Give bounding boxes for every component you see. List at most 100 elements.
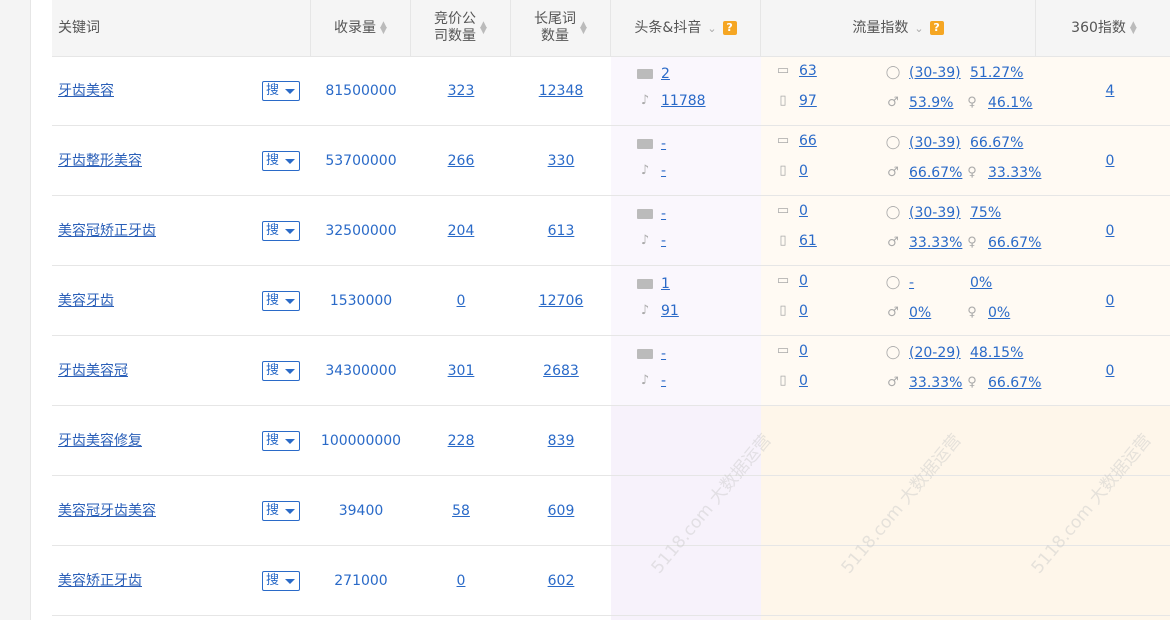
female-percent-link[interactable]: 46.1% <box>988 95 1032 111</box>
longtail-count-link[interactable]: 613 <box>511 196 611 266</box>
toutiao-count-link[interactable]: - <box>661 206 666 222</box>
keyword-link[interactable]: 美容冠牙齿美容 <box>58 476 156 546</box>
keyword-link[interactable]: 牙齿美容修复 <box>58 406 142 476</box>
search-dropdown-button[interactable]: 搜 <box>262 501 300 521</box>
douyin-count-link[interactable]: 91 <box>661 303 679 319</box>
age-percent-link[interactable]: 51.27% <box>970 65 1023 81</box>
sort-icon[interactable]: ▲ ▼ <box>480 21 487 36</box>
male-percent-link[interactable]: 33.33% <box>909 375 962 391</box>
search-dropdown-button[interactable]: 搜 <box>262 151 300 171</box>
age-percent-link[interactable]: 0% <box>970 275 992 291</box>
bid-count-link[interactable]: 266 <box>411 126 511 196</box>
age-percent-link[interactable]: 75% <box>970 205 1001 221</box>
header-bid-count[interactable]: 竞价公 司数量 ▲ ▼ <box>411 0 511 56</box>
age-line: ◯ - <box>885 275 914 291</box>
toutiao-count-link[interactable]: - <box>661 136 666 152</box>
index-360-link[interactable]: 0 <box>1060 126 1160 196</box>
female-percent-link[interactable]: 0% <box>988 305 1010 321</box>
help-icon[interactable]: ? <box>722 21 737 35</box>
female-percent-link[interactable]: 66.67% <box>988 375 1041 391</box>
keyword-link[interactable]: 牙齿美容 <box>58 56 114 126</box>
toutiao-count-link[interactable]: - <box>661 346 666 362</box>
bid-count-link[interactable]: 301 <box>411 336 511 406</box>
header-toutiao-douyin[interactable]: 头条&抖音 ⌄ ? <box>611 0 761 56</box>
search-dropdown-button[interactable]: 搜 <box>262 291 300 311</box>
pc-monitor-icon: ▭ <box>776 343 790 358</box>
male-percent-link[interactable]: 33.33% <box>909 235 962 251</box>
mobile-index-link[interactable]: 0 <box>799 303 808 319</box>
header-index-count[interactable]: 收录量 ▲ ▼ <box>311 0 411 56</box>
male-percent-link[interactable]: 0% <box>909 305 931 321</box>
toutiao-line: - <box>637 206 666 222</box>
chevron-down-icon[interactable]: ⌄ <box>914 20 923 37</box>
header-flow-index[interactable]: 流量指数 ⌄ ? <box>761 0 1036 56</box>
keyword-link[interactable]: 美容牙齿 <box>58 266 114 336</box>
caret-down-icon <box>285 579 295 584</box>
index-360-link[interactable]: 0 <box>1060 196 1160 266</box>
toutiao-line: - <box>637 136 666 152</box>
bid-count-link[interactable]: 204 <box>411 196 511 266</box>
douyin-count-link[interactable]: - <box>661 233 666 249</box>
age-range-link[interactable]: (20-29) <box>909 345 961 361</box>
sort-icon[interactable]: ▲ ▼ <box>380 21 387 36</box>
bid-count-link[interactable]: 228 <box>411 406 511 476</box>
toutiao-count-link[interactable]: 2 <box>661 66 670 82</box>
keyword-link[interactable]: 美容冠矫正牙齿 <box>58 196 156 266</box>
search-dropdown-button[interactable]: 搜 <box>262 81 300 101</box>
pc-index-link[interactable]: 0 <box>799 273 808 289</box>
age-range-link[interactable]: - <box>909 275 914 291</box>
longtail-count-link[interactable]: 839 <box>511 406 611 476</box>
longtail-count-link[interactable]: 12706 <box>511 266 611 336</box>
female-percent-link[interactable]: 66.67% <box>988 235 1041 251</box>
douyin-count-link[interactable]: - <box>661 373 666 389</box>
search-dropdown-button[interactable]: 搜 <box>262 221 300 241</box>
pc-index-link[interactable]: 66 <box>799 133 817 149</box>
douyin-icon: ♪ <box>640 233 650 248</box>
toutiao-count-link[interactable]: 1 <box>661 276 670 292</box>
age-range-link[interactable]: (30-39) <box>909 205 961 221</box>
keyword-link[interactable]: 牙齿美容冠 <box>58 336 128 406</box>
age-range-link[interactable]: (30-39) <box>909 135 961 151</box>
keyword-link[interactable]: 牙齿整形美容 <box>58 126 142 196</box>
longtail-count-link[interactable]: 602 <box>511 546 611 616</box>
chevron-down-icon[interactable]: ⌄ <box>707 20 716 37</box>
pc-line: ▭ 0 <box>775 273 808 289</box>
sort-icon[interactable]: ▲ ▼ <box>1130 21 1137 36</box>
header-longtail-count[interactable]: 长尾词 数量 ▲ ▼ <box>511 0 611 56</box>
keyword-link[interactable]: 美容矫正牙齿 <box>58 546 142 616</box>
pc-index-link[interactable]: 0 <box>799 343 808 359</box>
mobile-index-link[interactable]: 0 <box>799 163 808 179</box>
male-percent-link[interactable]: 53.9% <box>909 95 953 111</box>
pc-index-link[interactable]: 63 <box>799 63 817 79</box>
sort-icon[interactable]: ▲ ▼ <box>580 21 587 36</box>
age-percent-link[interactable]: 66.67% <box>970 135 1023 151</box>
index-360-link[interactable]: 0 <box>1060 336 1160 406</box>
mobile-index-link[interactable]: 61 <box>799 233 817 249</box>
douyin-count-link[interactable]: 11788 <box>661 93 706 109</box>
female-percent-link[interactable]: 33.33% <box>988 165 1041 181</box>
search-dropdown-button[interactable]: 搜 <box>262 571 300 591</box>
longtail-count-link[interactable]: 609 <box>511 476 611 546</box>
age-range-link[interactable]: (30-39) <box>909 65 961 81</box>
header-360-index[interactable]: 360指数 ▲ ▼ <box>1036 0 1170 56</box>
search-dropdown-button[interactable]: 搜 <box>262 361 300 381</box>
longtail-count-link[interactable]: 12348 <box>511 56 611 126</box>
index-360-link[interactable]: 4 <box>1060 56 1160 126</box>
bid-count-link[interactable]: 58 <box>411 476 511 546</box>
bid-count-link[interactable]: 0 <box>411 266 511 336</box>
longtail-count-link[interactable]: 2683 <box>511 336 611 406</box>
longtail-count-link[interactable]: 330 <box>511 126 611 196</box>
mobile-index-link[interactable]: 0 <box>799 373 808 389</box>
age-percent-link[interactable]: 48.15% <box>970 345 1023 361</box>
caret-down-icon <box>285 89 295 94</box>
help-icon[interactable]: ? <box>929 21 944 35</box>
search-dropdown-button[interactable]: 搜 <box>262 431 300 451</box>
bid-count-link[interactable]: 0 <box>411 546 511 616</box>
male-percent-link[interactable]: 66.67% <box>909 165 962 181</box>
mobile-icon: ▯ <box>779 93 787 108</box>
bid-count-link[interactable]: 323 <box>411 56 511 126</box>
douyin-count-link[interactable]: - <box>661 163 666 179</box>
mobile-index-link[interactable]: 97 <box>799 93 817 109</box>
pc-index-link[interactable]: 0 <box>799 203 808 219</box>
index-360-link[interactable]: 0 <box>1060 266 1160 336</box>
